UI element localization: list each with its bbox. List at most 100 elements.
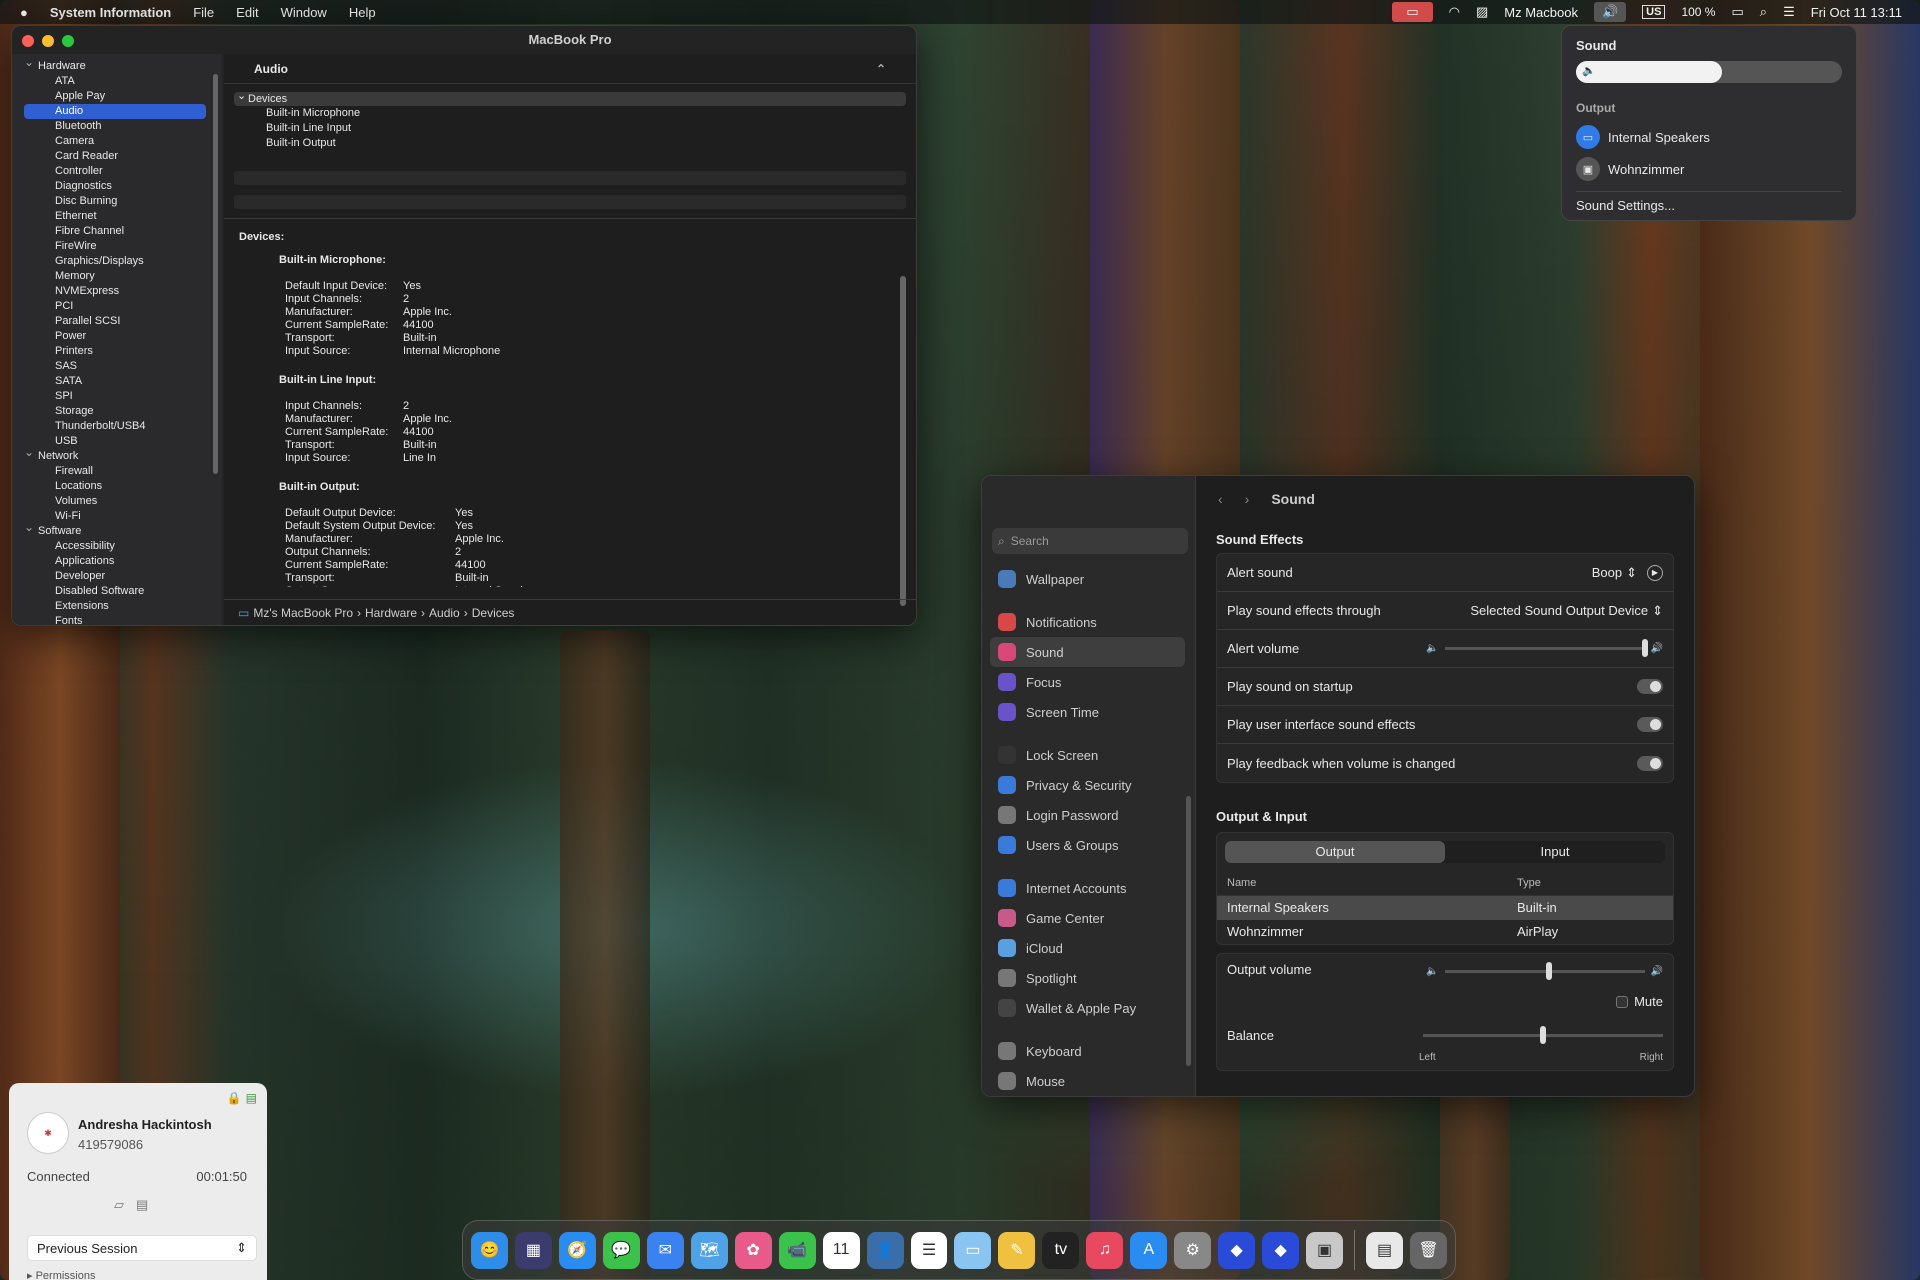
tree-item[interactable]: Built-in Microphone [234,106,906,121]
breadcrumb-item[interactable]: Mz's MacBook Pro [253,606,353,620]
sidebar-item-game-center[interactable]: Game Center [990,903,1185,933]
sidebar-item-card-reader[interactable]: Card Reader [12,149,222,164]
sidebar-item-volumes[interactable]: Volumes [12,494,222,509]
input-language[interactable]: US [1642,5,1666,19]
tree-parent[interactable]: ⌄ Devices [234,90,906,106]
file-transfer-icon[interactable]: ▱ [114,1197,124,1213]
volume-slider[interactable]: 🔈 [1576,61,1842,83]
col-type[interactable]: Type [1517,877,1541,889]
sidebar-item-privacy-security[interactable]: Privacy & Security [990,770,1185,800]
sidebar-item-users-groups[interactable]: Users & Groups [990,830,1185,860]
tab-input[interactable]: Input [1445,841,1665,863]
sidebar-group-network[interactable]: Network [12,445,222,464]
tree-item[interactable]: Built-in Line Input [234,121,906,136]
sidebar-item-controller[interactable]: Controller [12,164,222,179]
sidebar-item-nvmexpress[interactable]: NVMExpress [12,284,222,299]
host-name[interactable]: Mz Macbook [1504,5,1578,20]
dock-app-icon[interactable]: ✉ [646,1231,684,1269]
sidebar-item-ethernet[interactable]: Ethernet [12,209,222,224]
sidebar-item-fonts[interactable]: Fonts [12,614,222,625]
breadcrumb-item[interactable]: Hardware [365,606,417,620]
sidebar-item-disabled-software[interactable]: Disabled Software [12,584,222,599]
message-icon[interactable]: ▤ [136,1197,148,1213]
breadcrumb-item[interactable]: Audio [429,606,460,620]
sidebar-item-keyboard[interactable]: Keyboard [990,1036,1185,1066]
output-volume-slider[interactable]: 🔈 🔊 [1426,962,1663,980]
menu-help[interactable]: Help [349,5,376,20]
breadcrumb-item[interactable]: Devices [472,606,515,620]
apple-icon[interactable]: ● [20,5,28,20]
play-through-select[interactable]: Selected Sound Output Device ⇕ [1470,603,1663,619]
zoom-button[interactable] [62,35,74,47]
dock-app-icon[interactable]: 🧭 [558,1231,596,1269]
detail-scrollbar[interactable] [900,276,906,606]
sidebar-item-memory[interactable]: Memory [12,269,222,284]
sidebar-item-notifications[interactable]: Notifications [990,607,1185,637]
screen-sharing-icon[interactable]: ▭ [1392,2,1433,22]
dock-app-icon[interactable]: ▭ [954,1231,992,1269]
sound-settings-link[interactable]: Sound Settings... [1576,198,1842,213]
sidebar-item-wallet-apple-pay[interactable]: Wallet & Apple Pay [990,993,1185,1023]
sidebar-item-power[interactable]: Power [12,329,222,344]
sidebar-item-mouse[interactable]: Mouse [990,1066,1185,1096]
search-field[interactable]: ⌕ Search [992,528,1188,554]
menu-edit[interactable]: Edit [236,5,258,20]
table-row[interactable]: Internal Speakers Built-in [1217,896,1673,920]
sidebar-item-thunderbolt-usb4[interactable]: Thunderbolt/USB4 [12,419,222,434]
battery-percent[interactable]: 100 % [1681,5,1715,19]
col-name[interactable]: Name [1227,877,1517,889]
output-wohnzimmer[interactable]: ▣ Wohnzimmer [1576,155,1842,183]
dock-app-icon[interactable]: 📹 [778,1231,816,1269]
back-button[interactable]: ‹ [1218,491,1223,507]
sidebar-scrollbar[interactable] [1186,796,1191,1066]
sidebar-item-firewire[interactable]: FireWire [12,239,222,254]
sidebar-item-sound[interactable]: Sound [990,637,1185,667]
sidebar-item-firewall[interactable]: Firewall [12,464,222,479]
dock-app-icon[interactable]: ✎ [998,1231,1036,1269]
activity-icon[interactable]: ▨ [1476,4,1488,20]
dock-app-icon[interactable]: ▤ [1366,1231,1404,1269]
sidebar-item-storage[interactable]: Storage [12,404,222,419]
dock-app-icon[interactable]: 👤 [866,1231,904,1269]
dock-app-icon[interactable]: ⚙ [1174,1231,1212,1269]
dock-app-icon[interactable]: ◆ [1218,1231,1256,1269]
sidebar-item-icloud[interactable]: iCloud [990,933,1185,963]
menu-window[interactable]: Window [281,5,327,20]
sidebar-item-login-password[interactable]: Login Password [990,800,1185,830]
alert-sound-select[interactable]: Boop ⇕ [1592,565,1637,581]
dock-app-icon[interactable]: 😊 [471,1231,508,1269]
sidebar-item-pci[interactable]: PCI [12,299,222,314]
dock-app-icon[interactable]: 11 [822,1231,860,1269]
dock-app-icon[interactable]: ◆ [1262,1231,1300,1269]
sidebar-item-screen-time[interactable]: Screen Time [990,697,1185,727]
chat-icon[interactable]: ▤ [246,1091,257,1105]
sidebar-item-graphics-displays[interactable]: Graphics/Displays [12,254,222,269]
sidebar-item-extensions[interactable]: Extensions [12,599,222,614]
dock-app-icon[interactable]: ♫ [1086,1231,1124,1269]
alert-volume-slider[interactable]: 🔈 🔊 [1426,639,1663,657]
tab-output[interactable]: Output [1225,841,1445,863]
session-select[interactable]: Previous Session ⇕ [27,1235,257,1261]
toggle-switch[interactable] [1637,755,1663,771]
sidebar-item-sata[interactable]: SATA [12,374,222,389]
toggle-switch[interactable] [1637,717,1663,732]
sidebar-item-wallpaper[interactable]: Wallpaper [990,564,1185,594]
sidebar-item-lock-screen[interactable]: Lock Screen [990,740,1185,770]
sidebar-item-internet-accounts[interactable]: Internet Accounts [990,873,1185,903]
dock-app-icon[interactable]: ✿ [734,1231,772,1269]
tree-item[interactable]: Built-in Output [234,136,906,151]
mute-checkbox[interactable]: Mute [1616,994,1663,1009]
search-icon[interactable]: ⌕ [1760,4,1767,20]
dock-app-icon[interactable]: 🗺 [690,1231,728,1269]
sidebar-item-focus[interactable]: Focus [990,667,1185,697]
sidebar-item-spotlight[interactable]: Spotlight [990,963,1185,993]
sidebar-item-disc-burning[interactable]: Disc Burning [12,194,222,209]
collapse-icon[interactable]: ⌃ [876,62,886,76]
sidebar-group-hardware[interactable]: Hardware [12,55,222,74]
wifi-icon[interactable]: ◠ [1449,4,1460,20]
volume-icon[interactable]: 🔊 [1593,2,1627,22]
sidebar-item-camera[interactable]: Camera [12,134,222,149]
dock-app-icon[interactable]: ☰ [910,1231,948,1269]
sidebar-item-developer[interactable]: Developer [12,569,222,584]
clock[interactable]: Fri Oct 11 13:11 [1811,5,1902,20]
